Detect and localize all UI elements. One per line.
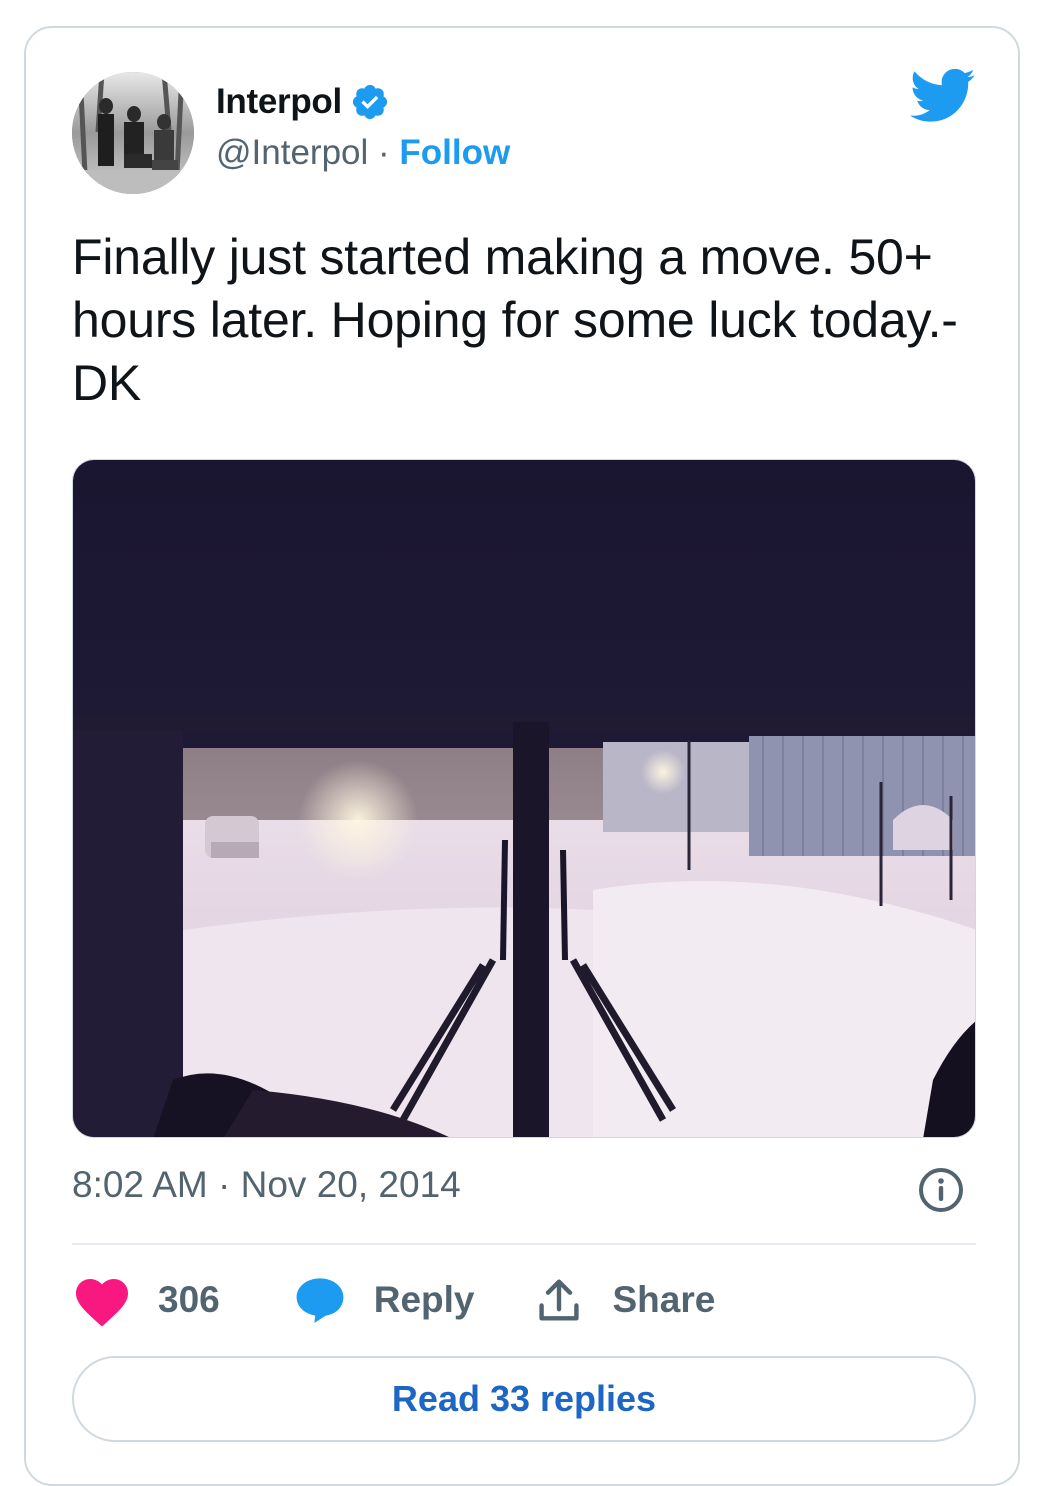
reply-button[interactable]: Reply	[294, 1275, 475, 1325]
like-button[interactable]: 306	[72, 1272, 220, 1328]
read-replies-button[interactable]: Read 33 replies	[72, 1356, 976, 1442]
reply-label: Reply	[373, 1279, 475, 1320]
author-handle-row: @Interpol · Follow	[216, 133, 510, 173]
author-handle[interactable]: @Interpol	[216, 133, 368, 172]
tweet-text: Finally just started making a move. 50+ …	[72, 229, 958, 411]
author-name-row[interactable]: Interpol	[216, 80, 390, 124]
divider	[72, 1243, 976, 1245]
follow-button[interactable]: Follow	[399, 133, 510, 172]
twitter-bird-icon[interactable]	[910, 68, 976, 124]
share-button[interactable]: Share	[537, 1276, 716, 1324]
heart-icon	[76, 1279, 128, 1327]
action-bar: 306 Reply Share	[72, 1272, 715, 1328]
author-name[interactable]: Interpol	[216, 82, 342, 122]
speech-bubble-icon	[296, 1278, 344, 1323]
tweet-photo[interactable]	[72, 459, 976, 1138]
separator-dot: ·	[368, 133, 400, 172]
share-label: Share	[612, 1279, 716, 1320]
share-upload-icon	[538, 1279, 579, 1321]
verified-badge-icon	[352, 84, 388, 120]
avatar[interactable]	[72, 72, 194, 194]
tweet-timestamp[interactable]: 8:02 AM · Nov 20, 2014	[72, 1164, 461, 1206]
info-icon[interactable]	[917, 1166, 965, 1214]
like-count: 306	[158, 1279, 220, 1320]
